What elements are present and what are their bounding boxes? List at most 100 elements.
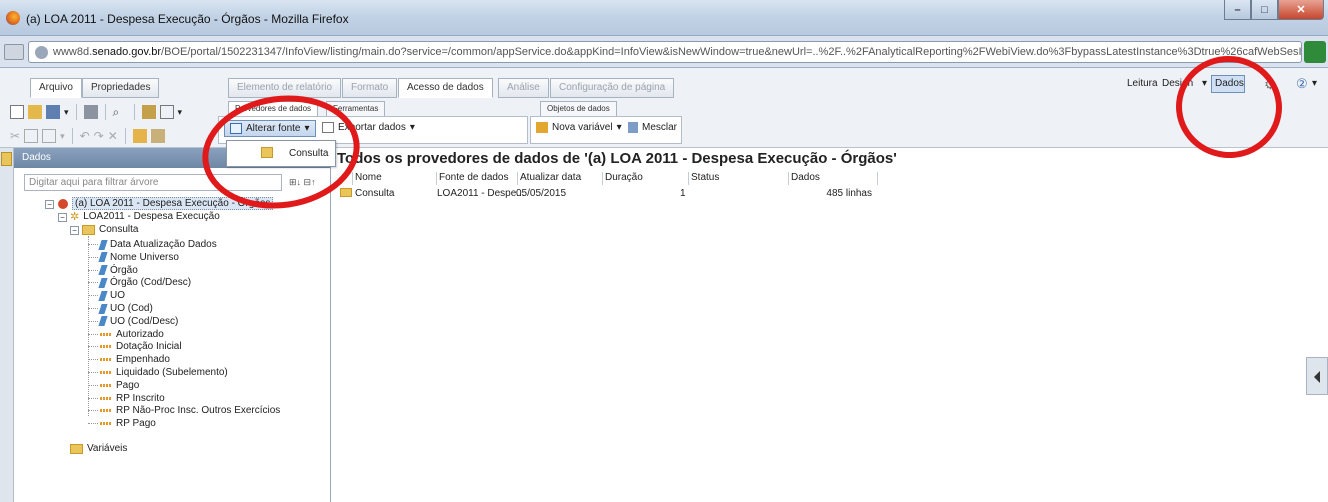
tree-dimension[interactable]: Órgão (Cod/Desc)	[98, 276, 191, 289]
url-path: /BOE/portal/1502231347/InfoView/listing/…	[161, 46, 1302, 58]
mesclar-button[interactable]: Mesclar	[628, 122, 677, 133]
tree-item-label: Liquidado (Subelemento)	[116, 367, 228, 378]
data-panel-icon[interactable]	[1, 152, 12, 166]
query-folder-icon	[340, 188, 352, 197]
tree-dimension[interactable]: Nome Universo	[98, 251, 179, 264]
column-header-duracao[interactable]: Duração	[602, 172, 688, 185]
tree-dimension[interactable]: Órgão	[98, 264, 138, 277]
tab-formato[interactable]: Formato	[342, 78, 398, 98]
refresh-icon[interactable]	[150, 129, 165, 143]
tree-connector	[88, 372, 98, 373]
tree-measure[interactable]: Liquidado (Subelemento)	[100, 366, 228, 379]
tree-toggle[interactable]: −	[70, 226, 79, 235]
firefox-icon	[6, 11, 20, 25]
help-dropdown-icon[interactable]: ▾	[1312, 78, 1317, 89]
tab-propriedades[interactable]: Propriedades	[82, 78, 160, 98]
tree-universe[interactable]: ✲ LOA2011 - Despesa Execução	[70, 210, 220, 223]
column-header-dados[interactable]: Dados	[788, 172, 878, 185]
tree-item-label: RP Não-Proc Insc. Outros Exercícios	[116, 405, 281, 417]
subtab-objetos-dados[interactable]: Objetos de dados	[540, 101, 617, 117]
column-header-status[interactable]: Status	[688, 172, 788, 185]
email-dropdown-icon[interactable]: ▾	[178, 107, 183, 118]
new-document-icon[interactable]	[10, 105, 24, 119]
tree-connector	[88, 256, 98, 258]
window-titlebar: (a) LOA 2011 - Despesa Execução - Órgãos…	[0, 0, 1328, 36]
save-icon[interactable]	[46, 105, 60, 119]
go-button[interactable]	[1304, 41, 1326, 63]
properties-icon[interactable]	[132, 129, 147, 143]
paste-dropdown-icon[interactable]: ▾	[60, 131, 65, 142]
tree-measure[interactable]: Pago	[100, 379, 139, 392]
tree-measure[interactable]: Empenhado	[100, 353, 170, 366]
save-dropdown-icon[interactable]: ▾	[64, 107, 69, 118]
cell-status: 1	[680, 188, 686, 199]
tree-item-label: Órgão	[110, 264, 138, 276]
tab-configuracao-pagina[interactable]: Configuração de página	[550, 78, 675, 98]
tree-item-label: RP Inscrito	[116, 392, 165, 404]
file-toolbar-row-1: ▾ ⌕ ▾	[10, 104, 182, 120]
tree-measure[interactable]: RP Pago	[100, 417, 156, 430]
measure-icon	[100, 371, 112, 374]
track-changes-icon[interactable]	[141, 105, 156, 119]
tree-dimension[interactable]: Data Atualização Dados	[98, 238, 217, 251]
tab-acesso-dados[interactable]: Acesso de dados	[398, 78, 493, 98]
column-header-fonte[interactable]: Fonte de dados	[436, 172, 517, 185]
tree-variables[interactable]: Variáveis	[70, 442, 127, 455]
tree-query-label: Consulta	[99, 224, 139, 235]
tree-toggle[interactable]: −	[58, 213, 67, 222]
tree-measure[interactable]: Autorizado	[100, 328, 164, 341]
email-icon[interactable]	[159, 105, 174, 119]
tree-measure[interactable]: RP Não-Proc Insc. Outros Exercícios	[100, 404, 280, 417]
minimize-button[interactable]: –	[1224, 0, 1251, 20]
window-title: (a) LOA 2011 - Despesa Execução - Órgãos…	[26, 12, 349, 26]
column-header-data[interactable]: Atualizar data	[517, 172, 602, 185]
tab-analise[interactable]: Análise	[498, 78, 549, 98]
measure-icon	[100, 358, 112, 362]
divider	[71, 128, 73, 144]
close-button[interactable]: ✕	[1278, 0, 1324, 20]
undo-icon[interactable]: ↶	[80, 129, 90, 143]
tree-toggle[interactable]: −	[45, 200, 54, 209]
tree-connector	[88, 423, 98, 425]
page-icon[interactable]	[4, 44, 24, 60]
help-icon[interactable]: ②	[1296, 76, 1308, 92]
tree-query[interactable]: Consulta	[82, 223, 138, 236]
maximize-button[interactable]: □	[1251, 0, 1278, 20]
dimension-icon	[98, 277, 108, 288]
query-folder-icon	[82, 224, 95, 235]
url-prefix: www8d.	[53, 46, 93, 58]
paste-icon[interactable]	[42, 129, 57, 143]
tree-dimension[interactable]: UO (Cod)	[98, 302, 153, 315]
tree-connector	[88, 244, 98, 245]
tab-arquivo[interactable]: Arquivo	[30, 78, 82, 98]
table-row[interactable]	[340, 188, 352, 200]
tree-connector	[88, 410, 98, 412]
print-icon[interactable]	[83, 105, 98, 119]
redo-icon[interactable]: ↷	[94, 129, 104, 143]
cut-icon[interactable]: ✂	[10, 129, 20, 143]
tree-connector	[88, 269, 98, 271]
tree-measure[interactable]: Dotação Inicial	[100, 340, 182, 353]
collapse-panel-button[interactable]	[1306, 357, 1328, 395]
url-domain: senado.gov.br	[92, 46, 162, 58]
nova-variavel-button[interactable]: Nova variável ▾	[536, 122, 622, 133]
delete-icon[interactable]: ✕	[108, 129, 118, 143]
tree-connector	[88, 282, 98, 284]
tree-dimension[interactable]: UO	[98, 289, 125, 302]
view-mode-leitura[interactable]: Leitura	[1127, 78, 1158, 89]
find-icon[interactable]: ⌕	[113, 105, 127, 119]
column-header-nome[interactable]: Nome	[352, 172, 436, 185]
tree-item-label: Nome Universo	[110, 251, 179, 263]
document-icon	[58, 198, 68, 209]
page-title: Todos os provedores de dados de '(a) LOA…	[337, 150, 897, 167]
tree-measure[interactable]: RP Inscrito	[100, 392, 165, 405]
tree-dimension[interactable]: UO (Cod/Desc)	[98, 315, 179, 328]
tree-item-label: Dotação Inicial	[116, 341, 182, 353]
open-folder-icon[interactable]	[28, 105, 42, 119]
divider	[75, 104, 77, 120]
tree-item-label: UO (Cod/Desc)	[110, 315, 179, 327]
url-input[interactable]: www8d.senado.gov.br/BOE/portal/150223134…	[28, 41, 1302, 63]
copy-icon[interactable]	[24, 129, 39, 143]
dimension-icon	[98, 290, 108, 301]
cell-dados: 485 linhas	[826, 188, 872, 199]
